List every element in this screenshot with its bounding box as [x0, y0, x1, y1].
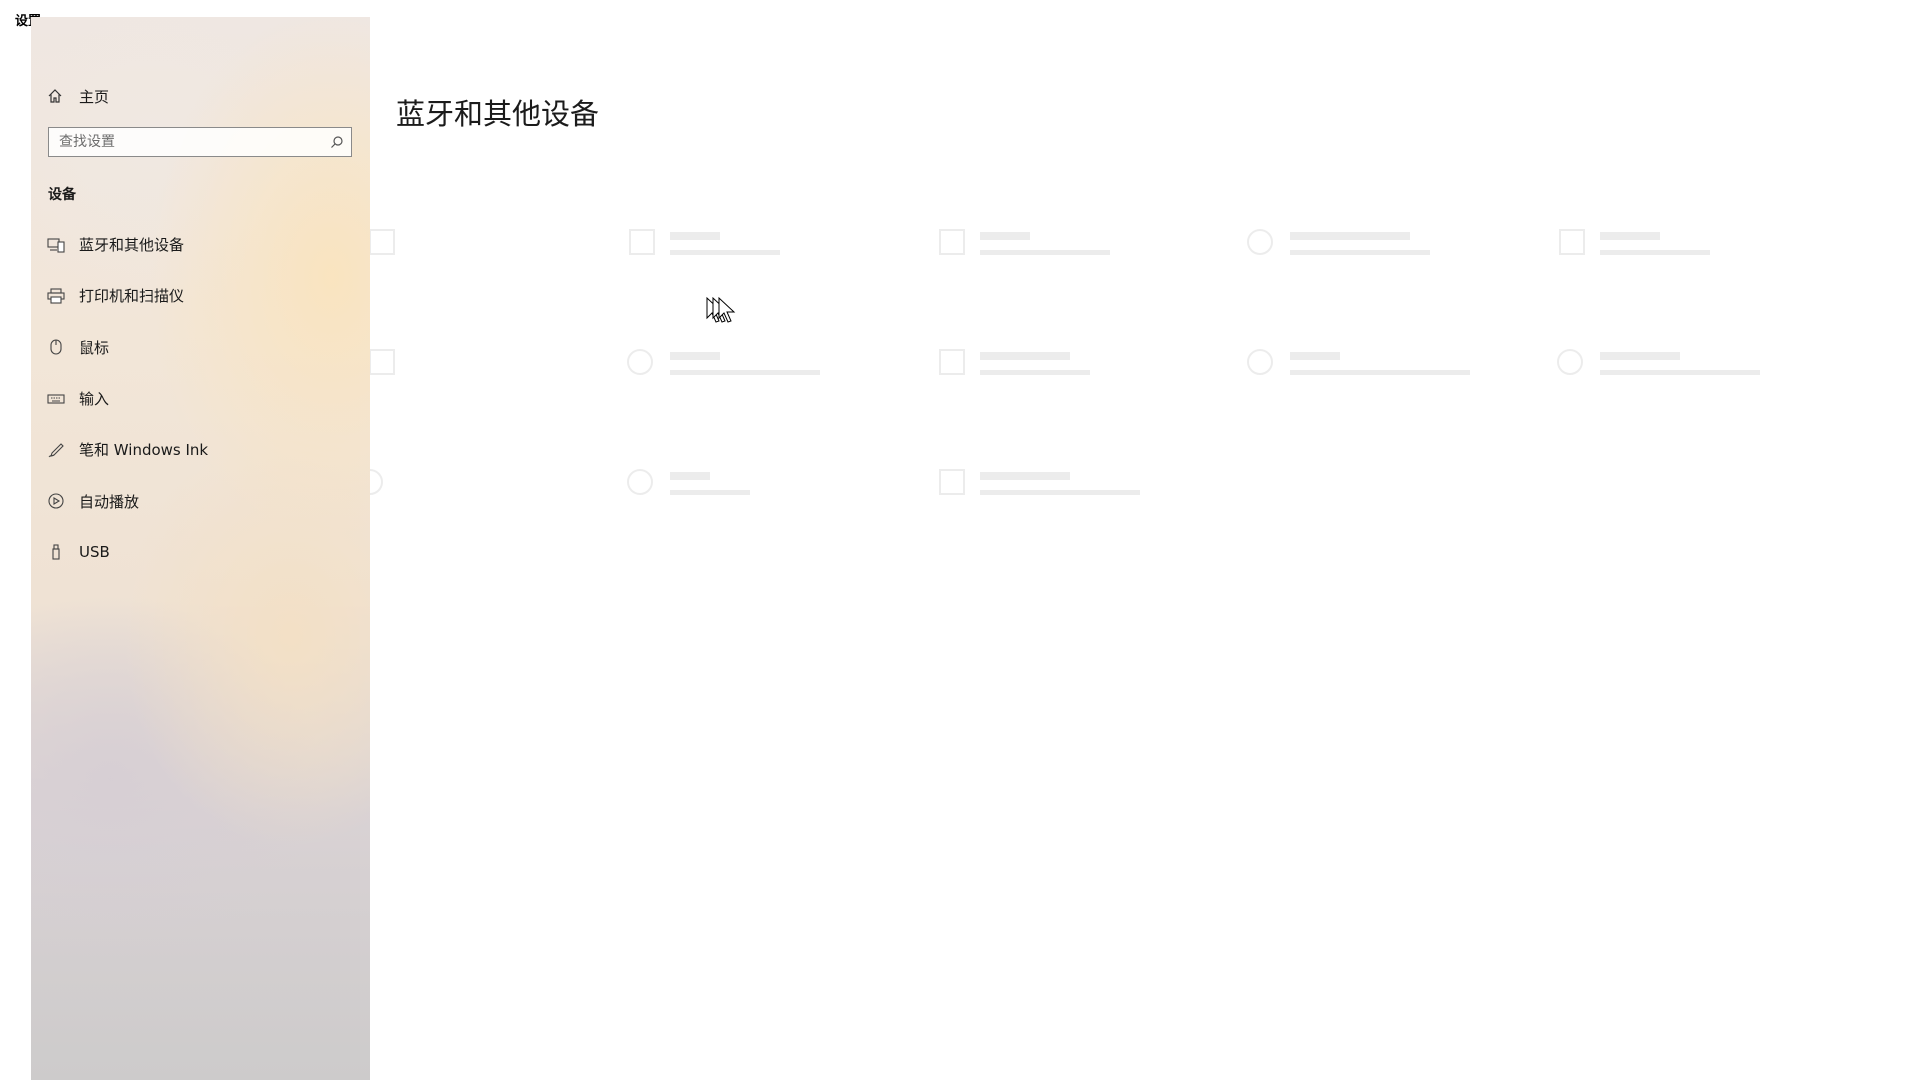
sidebar-item-printers[interactable]: 打印机和扫描仪 [47, 270, 208, 321]
page-title: 蓝牙和其他设备 [396, 97, 600, 132]
mouse-cursor-icon [706, 296, 736, 323]
sidebar-item-autoplay[interactable]: 自动播放 [47, 475, 208, 526]
sidebar-item-label: 笔和 Windows Ink [79, 441, 209, 460]
sidebar-item-typing[interactable]: 输入 [47, 373, 208, 424]
nav-home-label: 主页 [79, 87, 110, 106]
bluetooth-devices-icon [47, 237, 65, 253]
sidebar-item-label: 打印机和扫描仪 [79, 287, 185, 306]
ghost-content [370, 229, 1760, 495]
search-icon[interactable] [330, 134, 344, 148]
sidebar-item-pen[interactable]: 笔和 Windows Ink [47, 424, 208, 475]
sidebar-item-label: 蓝牙和其他设备 [79, 236, 185, 255]
sidebar-item-label: 自动播放 [79, 492, 140, 511]
mouse-icon [47, 339, 65, 355]
sidebar-item-label: USB [79, 543, 110, 562]
keyboard-icon [47, 391, 65, 407]
sidebar-item-bluetooth[interactable]: 蓝牙和其他设备 [47, 219, 208, 270]
search-box[interactable] [48, 127, 352, 157]
nav-home[interactable]: 主页 [47, 82, 109, 110]
sidebar: 主页 设备 蓝牙和其他设备 打印机和扫描仪 鼠标 [31, 17, 370, 1080]
sidebar-item-usb[interactable]: USB [47, 527, 208, 578]
search-input[interactable] [49, 128, 329, 155]
sidebar-item-label: 输入 [79, 390, 110, 409]
home-icon [47, 88, 63, 104]
section-title: 设备 [48, 187, 76, 203]
sidebar-item-mouse[interactable]: 鼠标 [47, 322, 208, 373]
nav-list: 蓝牙和其他设备 打印机和扫描仪 鼠标 输入 笔和 Windows Ink 自动播… [47, 233, 208, 592]
usb-icon [47, 544, 65, 560]
pen-icon [47, 442, 65, 458]
printer-icon [47, 288, 65, 304]
sidebar-item-label: 鼠标 [79, 338, 110, 357]
autoplay-icon [47, 493, 65, 509]
